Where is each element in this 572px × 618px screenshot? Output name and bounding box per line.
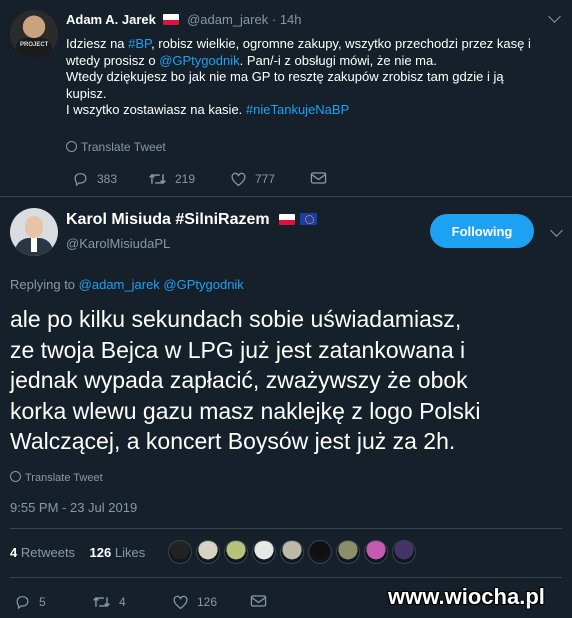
- main-retweet-count: 4: [119, 595, 126, 609]
- liker-avatar[interactable]: [364, 540, 388, 564]
- following-button[interactable]: Following: [430, 214, 534, 248]
- main-dm-button[interactable]: [250, 594, 267, 608]
- main-tweet-line: ale po kilku sekundach sobie uświadamias…: [10, 306, 462, 332]
- parent-dm-button[interactable]: [310, 171, 327, 185]
- heart-icon: [231, 172, 246, 187]
- main-translate-label: Translate Tweet: [25, 472, 103, 484]
- replying-to: Replying to @adam_jarek @GPtygodnik: [10, 277, 244, 292]
- tweet-text-segment: kupisz.: [66, 85, 107, 101]
- parent-author-avatar[interactable]: PROJECT: [10, 10, 58, 58]
- poland-flag-icon: [163, 14, 180, 25]
- main-like-button[interactable]: 126: [172, 594, 217, 610]
- parent-chevron-down-icon[interactable]: [548, 10, 561, 23]
- parent-tweet-text: Idziesz na #BP, robisz wielkie, ogromne …: [66, 36, 566, 119]
- main-author-avatar[interactable]: [10, 208, 58, 256]
- main-reply-button[interactable]: 5: [14, 594, 46, 610]
- eu-flag-icon: [299, 213, 317, 225]
- liker-avatar[interactable]: [308, 540, 332, 564]
- main-tweet-text: ale po kilku sekundach sobie uświadamias…: [10, 304, 565, 457]
- parent-tweet-time[interactable]: 14h: [280, 12, 302, 27]
- tweet-divider: [0, 196, 572, 197]
- replying-handles-link[interactable]: @adam_jarek @GPtygodnik: [79, 277, 244, 292]
- stats-divider-bottom: [10, 577, 562, 578]
- engagement-stats: 4 Retweets 126 Likes: [10, 545, 145, 560]
- retweet-icon: [149, 174, 166, 184]
- avatar-shirt: [16, 38, 52, 58]
- main-retweet-button[interactable]: 4: [92, 594, 126, 610]
- separator-dot: ·: [271, 12, 277, 27]
- parent-tweet-header: Adam A. Jarek @adam_jarek · 14h: [66, 12, 302, 27]
- tweet-text-segment: Wtedy dziękujesz bo jak nie ma GP to res…: [66, 69, 504, 84]
- main-author-handle[interactable]: @KarolMisiudaPL: [66, 236, 170, 251]
- main-like-count: 126: [197, 595, 218, 609]
- tweet-link[interactable]: #BP: [128, 36, 151, 51]
- liker-avatar[interactable]: [392, 540, 416, 564]
- retweet-icon: [93, 597, 110, 607]
- avatar-shirt: [31, 238, 37, 252]
- likes-stat[interactable]: 126 Likes: [90, 545, 146, 560]
- globe-icon: [10, 471, 21, 482]
- liker-avatar[interactable]: [196, 540, 220, 564]
- parent-translate-link[interactable]: Translate Tweet: [66, 140, 166, 154]
- main-chevron-down-icon[interactable]: [550, 224, 563, 237]
- retweets-label: Retweets: [20, 545, 76, 560]
- tweet-text-segment: , robisz wielkie, ogromne zakupy, wszytk…: [151, 36, 531, 51]
- reply-icon: [74, 173, 87, 187]
- parent-tweet-line: Idziesz na #BP, robisz wielkie, ogromne …: [66, 36, 566, 53]
- watermark: www.wiocha.pl: [388, 584, 545, 609]
- envelope-icon: [250, 595, 267, 607]
- main-author-name[interactable]: Karol Misiuda #SilniRazem: [66, 211, 270, 228]
- main-translate-link[interactable]: Translate Tweet: [10, 471, 103, 484]
- main-tweet-line: jednak wypada zapłacić, zważywszy że obo…: [10, 367, 468, 393]
- main-tweet-line: Walczącej, a koncert Boysów jest już za …: [10, 428, 456, 454]
- tweet-link[interactable]: @GPtygodnik: [159, 53, 239, 68]
- parent-like-count: 777: [255, 172, 276, 186]
- main-reply-count: 5: [39, 595, 46, 609]
- retweets-stat[interactable]: 4 Retweets: [10, 545, 75, 560]
- parent-retweet-button[interactable]: 219: [148, 171, 195, 187]
- parent-tweet-line: wtedy prosisz o @GPtygodnik. Pan/-i z ob…: [66, 53, 566, 70]
- liker-avatar[interactable]: [224, 540, 248, 564]
- parent-tweet-line: Wtedy dziękujesz bo jak nie ma GP to res…: [66, 69, 566, 86]
- replying-prefix: Replying to: [10, 277, 76, 292]
- main-tweet-line: ze twoja Bejca w LPG już jest zatankowan…: [10, 336, 466, 363]
- parent-tweet-line: kupisz.: [66, 86, 566, 103]
- liker-avatar[interactable]: [252, 540, 276, 564]
- liker-avatar[interactable]: [336, 540, 360, 564]
- liker-avatars: [168, 540, 416, 564]
- parent-reply-count: 383: [97, 172, 118, 186]
- tweet-timestamp[interactable]: 9:55 PM - 23 Jul 2019: [10, 500, 137, 515]
- tweet-text-segment: wtedy prosisz o: [66, 52, 160, 68]
- likes-label: Likes: [114, 545, 146, 560]
- tweet-text-segment: Idziesz na: [66, 36, 129, 51]
- parent-author-name[interactable]: Adam A. Jarek: [66, 12, 156, 27]
- parent-retweet-count: 219: [175, 172, 196, 186]
- tweet-text-segment: I wszytko zostawiasz na kasie.: [66, 102, 246, 117]
- parent-tweet-line: I wszytko zostawiasz na kasie. #nieTanku…: [66, 102, 566, 119]
- retweets-count: 4: [10, 545, 18, 560]
- stats-divider-top: [10, 528, 562, 529]
- parent-translate-label: Translate Tweet: [81, 140, 166, 154]
- tweet-text-segment: . Pan/-i z obsługi mówi, że nie ma.: [239, 52, 437, 68]
- parent-author-handle[interactable]: @adam_jarek: [187, 12, 268, 27]
- avatar-shirt-print: PROJECT: [20, 42, 49, 48]
- main-author-name-row: Karol Misiuda #SilniRazem: [66, 211, 317, 229]
- parent-like-button[interactable]: 777: [230, 171, 275, 187]
- heart-icon: [173, 595, 188, 610]
- main-tweet-line: korka wlewu gazu masz naklejkę z logo Po…: [10, 397, 481, 424]
- poland-flag-icon: [279, 214, 296, 225]
- liker-avatar[interactable]: [280, 540, 304, 564]
- envelope-icon: [310, 172, 327, 184]
- liker-avatar[interactable]: [168, 540, 192, 564]
- globe-icon: [66, 141, 77, 152]
- parent-reply-button[interactable]: 383: [72, 171, 117, 187]
- likes-count: 126: [89, 545, 112, 560]
- tweet-link[interactable]: #nieTankujeNaBP: [246, 102, 349, 117]
- reply-icon: [16, 596, 29, 610]
- avatar-face: [25, 216, 43, 238]
